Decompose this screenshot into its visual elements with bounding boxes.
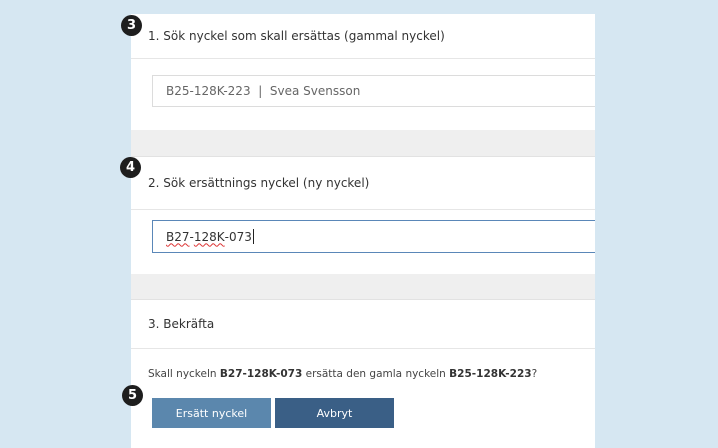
- confirm-new-key: B27-128K-073: [219, 368, 303, 380]
- confirm-suffix: ?: [531, 368, 538, 380]
- old-key-value: B25-128K-223 | Svea Svensson: [166, 84, 361, 98]
- replace-key-button[interactable]: Ersätt nyckel: [152, 398, 271, 428]
- new-key-value-part3: 128K: [193, 229, 225, 244]
- step-old-key-title: 1. Sök nyckel som skall ersättas (gammal…: [131, 14, 595, 59]
- step-badge-5: 5: [122, 385, 143, 406]
- key-replacement-panel: 1. Sök nyckel som skall ersättas (gammal…: [131, 14, 595, 448]
- new-key-search-field[interactable]: B27-128K -073: [152, 220, 595, 253]
- cancel-button[interactable]: Avbryt: [275, 398, 394, 428]
- confirm-question: Skall nyckeln B27-128K-073 ersätta den g…: [148, 368, 537, 380]
- step-badge-4: 4: [120, 157, 141, 178]
- step-badge-3: 3: [121, 15, 142, 36]
- step-confirm-title: 3. Bekräfta: [131, 300, 595, 349]
- old-key-search-field[interactable]: B25-128K-223 | Svea Svensson: [152, 75, 595, 107]
- confirm-old-key: B25-128K-223: [449, 368, 532, 380]
- step-old-key: 1. Sök nyckel som skall ersättas (gammal…: [131, 14, 595, 130]
- step-new-key-title: 2. Sök ersättnings nyckel (ny nyckel): [131, 157, 595, 210]
- step-new-key: 2. Sök ersättnings nyckel (ny nyckel) B2…: [131, 157, 595, 274]
- text-cursor: [252, 229, 254, 244]
- section-divider: [131, 274, 595, 300]
- new-key-value-part1: B27: [166, 229, 190, 244]
- new-key-value-part4: -073: [224, 229, 252, 244]
- section-divider: [131, 130, 595, 157]
- confirm-prefix: Skall nyckeln: [148, 368, 220, 380]
- confirm-middle: ersätta den gamla nyckeln: [302, 368, 450, 380]
